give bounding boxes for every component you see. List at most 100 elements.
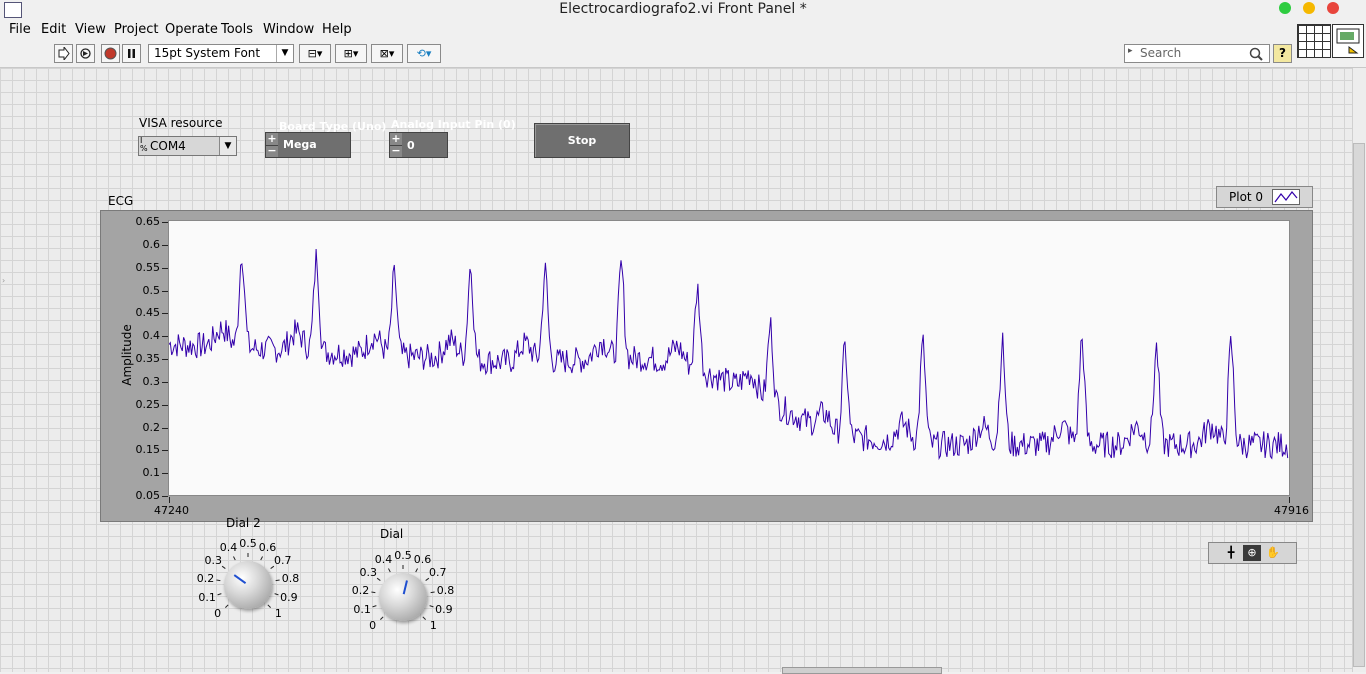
vi-icon[interactable]	[1332, 24, 1364, 58]
y-tick-mark	[162, 381, 168, 383]
toolbar: 15pt System Font ▼ ⊟▾ ⊞▾ ⊠▾ ⟲▾ ▸ Search …	[0, 40, 1366, 68]
ecg-trace	[169, 248, 1289, 461]
analog-pin-value: 0	[407, 139, 415, 152]
menu-tools[interactable]: Tools	[221, 22, 253, 37]
reorder-icon: ⟲▾	[416, 47, 432, 60]
close-button[interactable]	[1327, 2, 1339, 14]
y-tick-mark	[162, 496, 168, 497]
dial[interactable]: 0 0.1 0.2 0.3 0.4 0.5 0.6 0.7 0.8 0.9 1	[348, 547, 458, 637]
decrement-icon[interactable]: −	[266, 145, 278, 157]
y-tick-mark	[162, 450, 168, 452]
resize-objects-icon: ⊠▾	[379, 47, 395, 60]
plot-legend[interactable]: Plot 0	[1216, 186, 1313, 208]
zoom-icon[interactable]: ⊕	[1243, 545, 1261, 561]
dial-needle-layer	[402, 580, 408, 595]
menu-view[interactable]: View	[75, 22, 106, 37]
board-type-value: Mega	[283, 138, 317, 151]
dial-needle	[233, 574, 247, 585]
menu-operate[interactable]: Operate	[165, 22, 218, 37]
x-axis-start-tick	[169, 497, 170, 503]
align-objects-button[interactable]: ⊟▾	[299, 44, 331, 63]
menu-file[interactable]: File	[9, 22, 31, 37]
y-tick-label: 0.35	[135, 352, 161, 365]
chevron-down-icon[interactable]: ▼	[219, 137, 236, 155]
analog-pin-control[interactable]: + − 0	[389, 132, 448, 158]
menu-edit[interactable]: Edit	[41, 22, 66, 37]
x-axis-start: 47240	[154, 504, 189, 517]
y-tick-mark	[162, 336, 168, 338]
y-tick-label: 0.3	[142, 374, 161, 388]
plot-legend-swatch[interactable]	[1272, 189, 1300, 205]
y-tick-label: 0.2	[142, 420, 161, 434]
board-type-control[interactable]: + − Mega	[265, 132, 351, 158]
y-tick-mark	[162, 359, 168, 360]
visa-resource-value: COM4	[150, 139, 186, 153]
analog-pin-label: Analog Input Pin (0)	[391, 118, 516, 131]
stop-button[interactable]: Stop	[534, 123, 630, 158]
font-selector[interactable]: 15pt System Font ▼	[148, 44, 294, 63]
y-tick-label: 0.15	[135, 443, 161, 457]
pause-icon	[128, 49, 135, 58]
align-objects-icon: ⊟▾	[307, 47, 323, 60]
y-tick-label: 0.55	[135, 260, 161, 274]
y-tick-label: 0.25	[135, 397, 161, 411]
menu-window[interactable]: Window	[263, 22, 314, 37]
menu-help[interactable]: Help	[322, 22, 352, 37]
vi-icon-graphic	[1336, 28, 1360, 54]
plot-area[interactable]	[168, 220, 1290, 496]
visa-resource-label: VISA resource	[139, 116, 223, 130]
y-tick-label: 0.5	[142, 283, 161, 297]
search-input[interactable]: ▸ Search	[1124, 44, 1270, 63]
font-selector-value: 15pt System Font	[154, 46, 261, 60]
reorder-button[interactable]: ⟲▾	[407, 44, 441, 63]
y-tick-mark	[162, 222, 168, 223]
pan-hand-icon[interactable]: ✋	[1264, 545, 1282, 561]
resize-objects-button[interactable]: ⊠▾	[371, 44, 403, 63]
plot-legend-label: Plot 0	[1229, 190, 1264, 204]
connector-pane[interactable]	[1297, 24, 1331, 58]
minimize-button[interactable]	[1303, 2, 1315, 14]
pause-button[interactable]	[122, 44, 141, 63]
dial-label: Dial	[380, 527, 404, 541]
y-tick-mark	[162, 267, 168, 269]
menu-project[interactable]: Project	[114, 22, 158, 37]
dial-2[interactable]: 0 0.1 0.2 0.3 0.4 0.5 0.6 0.7 0.8 0.9 1	[193, 535, 303, 625]
ecg-plot-svg	[169, 248, 1289, 461]
graph-palette: ╋ ⊕ ✋	[1208, 542, 1297, 564]
distribute-objects-icon: ⊞▾	[343, 47, 359, 60]
horizontal-scrollbar-thumb[interactable]	[782, 667, 942, 674]
distribute-objects-button[interactable]: ⊞▾	[335, 44, 367, 63]
run-button[interactable]	[54, 44, 73, 63]
chevron-down-icon: ▼	[276, 45, 293, 62]
window-title: Electrocardiografo2.vi Front Panel *	[559, 1, 807, 17]
search-icon	[1249, 47, 1263, 61]
run-continuously-button[interactable]	[76, 44, 95, 63]
cursor-move-icon[interactable]: ╋	[1222, 545, 1240, 561]
line-plot-icon	[1274, 191, 1298, 203]
maximize-button[interactable]	[1279, 2, 1291, 14]
visa-io-icon: I%	[140, 136, 148, 153]
stop-sign-icon	[104, 47, 117, 60]
y-tick-mark	[162, 244, 168, 246]
y-tick-label: 0.6	[142, 237, 161, 251]
visa-resource-control[interactable]: I% COM4 ▼	[138, 136, 237, 156]
graph-label: ECG	[108, 194, 134, 208]
y-tick-mark	[162, 290, 168, 292]
x-axis-end: 47916	[1274, 504, 1309, 517]
dial-needle-layer	[233, 574, 247, 585]
search-expand-icon: ▸	[1128, 46, 1133, 56]
dial-2-label: Dial 2	[226, 516, 261, 530]
run-continuously-icon	[80, 48, 91, 59]
abort-button[interactable]	[101, 44, 120, 63]
y-tick-label: 0.05	[135, 489, 161, 502]
panel-left-marker: ›	[2, 276, 6, 285]
y-tick-mark	[162, 427, 168, 429]
y-tick-mark	[162, 404, 168, 406]
y-tick-mark	[162, 313, 168, 315]
vertical-scrollbar-thumb[interactable]	[1353, 143, 1365, 667]
decrement-icon[interactable]: −	[390, 145, 402, 157]
y-tick-label: 0.4	[142, 329, 161, 343]
menu-bar: File Edit View Project Operate Tools Win…	[0, 19, 1366, 40]
dial-needle	[402, 580, 408, 595]
context-help-button[interactable]: ?	[1273, 44, 1292, 63]
